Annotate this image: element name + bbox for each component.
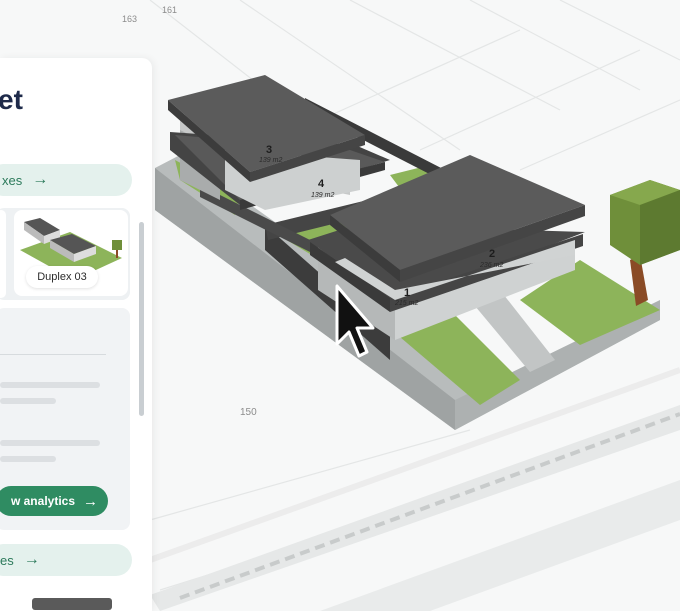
button-label: w analytics (10, 494, 75, 508)
parcel-label: 163 (122, 14, 138, 24)
arrow-right-icon: → (23, 551, 40, 568)
skeleton-line (0, 440, 100, 446)
parcel-label: 161 (162, 5, 178, 15)
unit-number: 1 (404, 287, 411, 299)
arrow-right-icon: → (32, 171, 49, 188)
skeleton-line (0, 398, 56, 404)
scrollbar[interactable] (139, 222, 144, 416)
unit-area: 139 m2 (311, 192, 335, 199)
mouse-cursor-icon (335, 284, 375, 358)
view-duplexes-pill[interactable]: xes → (0, 164, 132, 196)
unit-area: 139 m2 (259, 157, 283, 164)
unit-number: 4 (318, 178, 325, 190)
parcel-label: 150 (240, 407, 257, 418)
unit-number: 2 (489, 248, 496, 260)
design-card-label: Duplex 03 (26, 266, 98, 288)
unit-number: 3 (266, 144, 273, 156)
arrow-right-icon: → (83, 492, 98, 510)
view-analytics-button[interactable]: w analytics → (0, 486, 108, 516)
pill-label: xes (2, 172, 23, 188)
panel-title: et (0, 84, 23, 115)
skeleton-line (0, 382, 100, 388)
unit-area: 215 m2 (395, 300, 419, 307)
divider (0, 354, 106, 355)
pill-label: es (0, 552, 14, 568)
view-plots-pill[interactable]: es → (0, 544, 132, 576)
skeleton-line (0, 456, 56, 462)
unit-area: 236 m2 (480, 262, 504, 269)
side-panel: et xes → Duplex 03 w analytics → es → (0, 58, 152, 611)
card-preview[interactable] (32, 598, 112, 610)
design-card[interactable] (0, 210, 6, 298)
